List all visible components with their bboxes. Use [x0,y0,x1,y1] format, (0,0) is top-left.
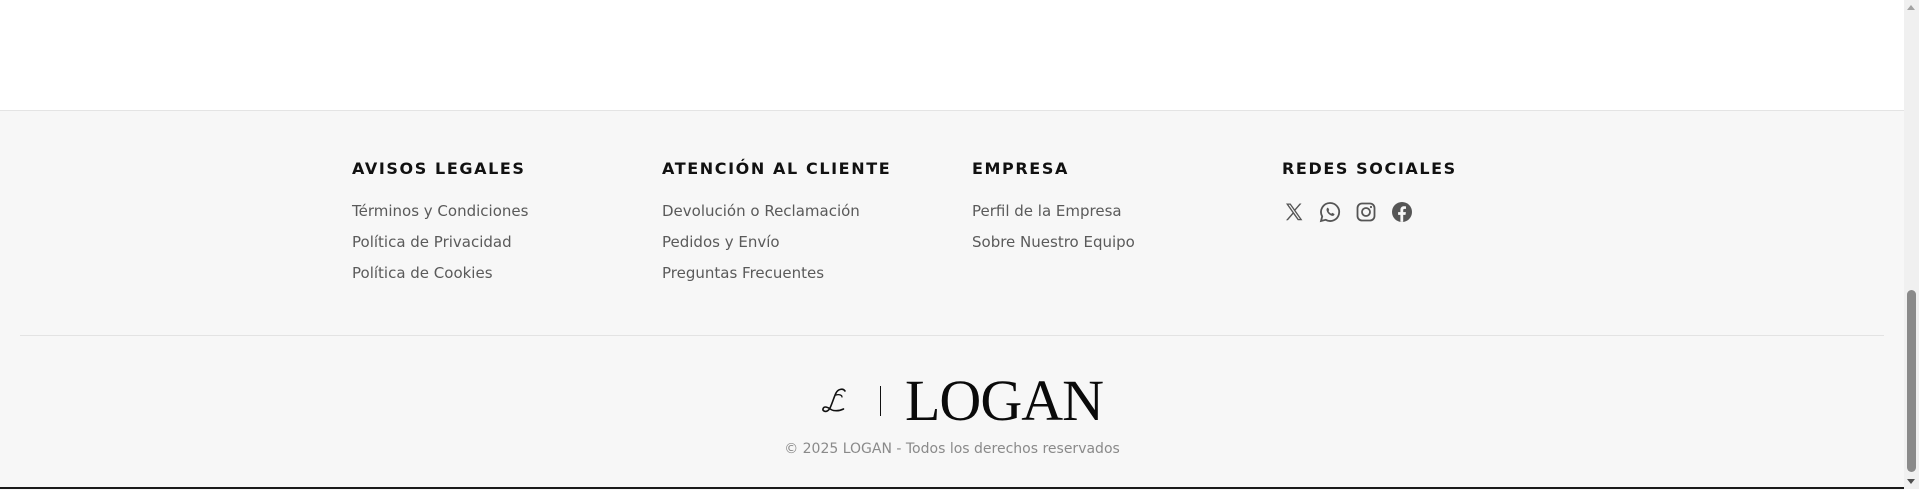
scroll-up-icon[interactable] [1904,0,1919,15]
footer-heading-customer-service: ATENCIÓN AL CLIENTE [662,159,892,178]
footer-link-privacy[interactable]: Política de Privacidad [352,227,528,258]
footer-column-company: EMPRESA Perfil de la Empresa Sobre Nuest… [972,159,1135,258]
facebook-icon[interactable] [1390,200,1414,224]
footer-column-social: REDES SOCIALES [1282,159,1457,224]
footer-link-our-team[interactable]: Sobre Nuestro Equipo [972,227,1135,258]
footer-logo[interactable]: LOGAN [814,368,1104,433]
footer-column-customer-service: ATENCIÓN AL CLIENTE Devolución o Reclama… [662,159,891,289]
x-icon[interactable] [1282,200,1306,224]
footer-link-cookies[interactable]: Política de Cookies [352,258,528,289]
footer-link-orders-shipping[interactable]: Pedidos y Envío [662,227,891,258]
footer-heading-social: REDES SOCIALES [1282,159,1457,178]
scroll-down-icon[interactable] [1904,474,1919,489]
logo-separator [880,386,881,416]
footer-column-legal: AVISOS LEGALES Términos y Condiciones Po… [352,159,528,289]
footer-heading-company: EMPRESA [972,159,1069,178]
social-links [1282,200,1457,224]
scrollbar-thumb[interactable] [1907,290,1916,472]
footer-link-returns[interactable]: Devolución o Reclamación [662,196,891,227]
footer-link-faq[interactable]: Preguntas Frecuentes [662,258,891,289]
logo-wordmark: LOGAN [905,368,1104,433]
logo-monogram-icon [822,388,846,413]
footer-link-terms[interactable]: Términos y Condiciones [352,196,528,227]
instagram-icon[interactable] [1354,200,1378,224]
footer-link-company-profile[interactable]: Perfil de la Empresa [972,196,1135,227]
site-footer: AVISOS LEGALES Términos y Condiciones Po… [0,110,1904,490]
footer-heading-legal: AVISOS LEGALES [352,159,526,178]
footer-divider [20,335,1884,336]
page: AVISOS LEGALES Términos y Condiciones Po… [0,0,1904,490]
vertical-scrollbar[interactable] [1904,0,1919,489]
copyright-text: © 2025 LOGAN - Todos los derechos reserv… [784,441,1120,457]
whatsapp-icon[interactable] [1318,200,1342,224]
page-content-area [0,0,1904,110]
